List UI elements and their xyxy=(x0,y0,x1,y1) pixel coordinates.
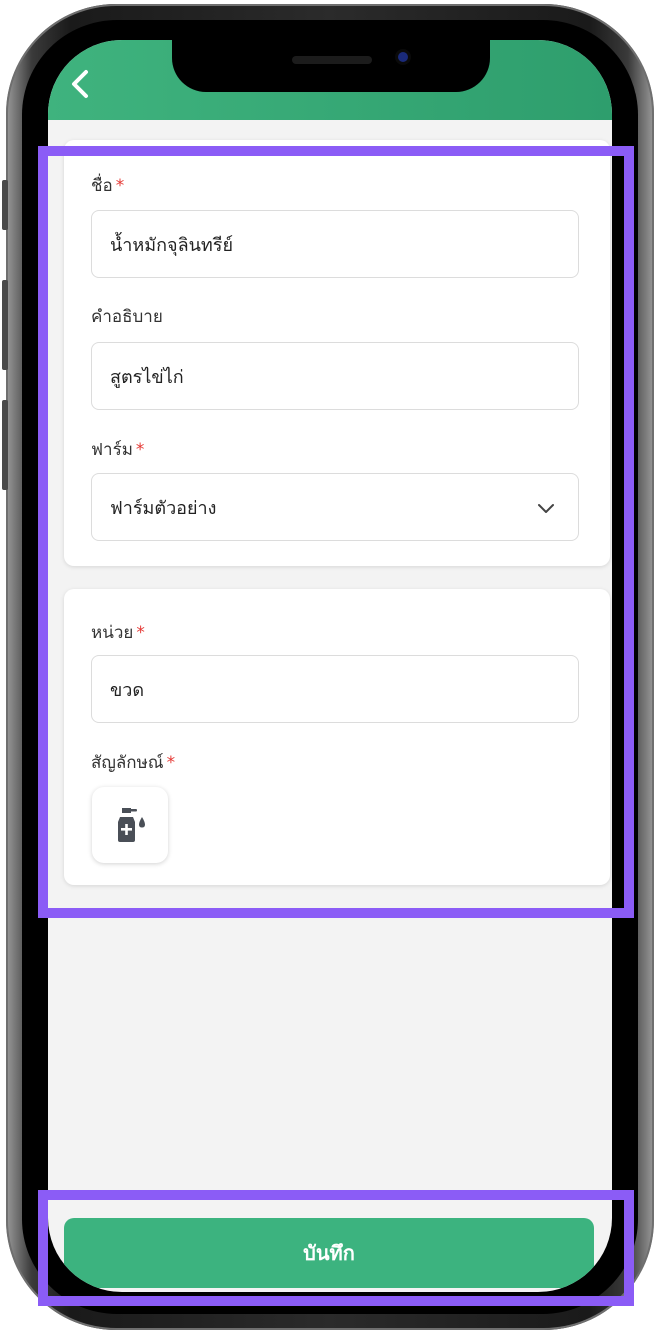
back-button[interactable] xyxy=(64,66,100,102)
unit-label-text: หน่วย xyxy=(91,623,134,643)
required-mark: * xyxy=(166,753,176,773)
required-mark: * xyxy=(135,440,145,460)
save-button-label: บันทึก xyxy=(303,1241,355,1265)
chevron-left-icon xyxy=(72,70,88,98)
name-label: ชื่อ * xyxy=(91,172,124,199)
description-field-value: สูตรไข่ไก่ xyxy=(110,366,184,388)
symbol-picker-button[interactable] xyxy=(92,787,168,863)
name-field-value: น้ำหมักจุลินทรีย์ xyxy=(110,234,234,256)
phone-side-button-volume-up xyxy=(2,280,8,370)
farm-label: ฟาร์ม * xyxy=(91,436,144,463)
unit-field-value: ขวด xyxy=(110,679,145,701)
unit-label: หน่วย * xyxy=(91,619,145,646)
required-mark: * xyxy=(115,176,125,196)
speaker-grille xyxy=(292,56,372,64)
unit-field[interactable]: ขวด xyxy=(91,655,579,723)
phone-side-button-mute xyxy=(2,180,8,230)
symbol-label-text: สัญลักษณ์ xyxy=(91,753,164,773)
farm-label-text: ฟาร์ม xyxy=(91,440,133,460)
app-screen: ชื่อ * น้ำหมักจุลินทรีย์ คำอธิบาย สูตรไข่… xyxy=(48,40,612,1292)
spray-bottle-icon xyxy=(118,808,145,842)
chevron-down-icon xyxy=(538,504,554,513)
unit-card: หน่วย * ขวด สัญลักษณ์ * xyxy=(64,589,610,885)
name-field[interactable]: น้ำหมักจุลินทรีย์ xyxy=(91,210,579,278)
description-field[interactable]: สูตรไข่ไก่ xyxy=(91,342,579,410)
general-info-card: ชื่อ * น้ำหมักจุลินทรีย์ คำอธิบาย สูตรไข่… xyxy=(64,140,610,566)
name-label-text: ชื่อ xyxy=(91,176,113,196)
symbol-label: สัญลักษณ์ * xyxy=(91,749,175,776)
farm-select[interactable]: ฟาร์มตัวอย่าง xyxy=(91,473,579,541)
farm-select-value: ฟาร์มตัวอย่าง xyxy=(110,497,217,519)
description-label-text: คำอธิบาย xyxy=(91,307,163,327)
required-mark: * xyxy=(136,623,145,643)
front-camera xyxy=(398,52,408,62)
phone-side-button-volume-down xyxy=(2,400,8,490)
description-label: คำอธิบาย xyxy=(91,303,163,330)
phone-notch xyxy=(172,40,490,92)
save-button[interactable]: บันทึก xyxy=(64,1218,594,1288)
